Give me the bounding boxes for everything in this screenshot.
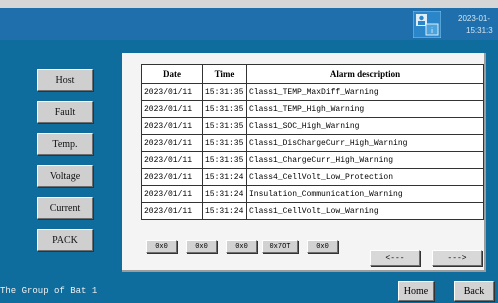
row-description: Class1_CellVolt_Low_Warning <box>246 202 484 220</box>
code-button-3[interactable]: 0x0 <box>226 240 257 253</box>
row-time: 15:31:24 <box>202 202 247 220</box>
user-badge-icon[interactable]: i <box>413 11 441 38</box>
row-time: 15:31:24 <box>202 185 247 203</box>
row-time: 15:31:35 <box>202 134 247 152</box>
alarm-table: Date Time Alarm description 2023/01/11 1… <box>141 64 484 220</box>
row-date: 2023/01/11 <box>141 168 203 186</box>
nav-temp-button[interactable]: Temp. <box>37 133 93 155</box>
row-date: 2023/01/11 <box>141 117 203 135</box>
code-button-5[interactable]: 0x0 <box>307 240 338 253</box>
row-description: Class1_SOC_High_Warning <box>246 117 484 135</box>
table-row[interactable]: 2023/01/11 15:31:24 Insulation_Communica… <box>141 185 484 203</box>
back-button[interactable]: Back <box>454 281 494 301</box>
table-row[interactable]: 2023/01/11 15:31:24 Class4_CellVolt_Low_… <box>141 168 484 186</box>
table-row[interactable]: 2023/01/11 15:31:35 Class1_SOC_High_Warn… <box>141 117 484 135</box>
table-header-row: Date Time Alarm description <box>141 64 484 84</box>
table-row[interactable]: 2023/01/11 15:31:35 Class1_ChargeCurr_Hi… <box>141 151 484 169</box>
nav-pack-button[interactable]: PACK <box>37 229 93 251</box>
nav-host-button[interactable]: Host <box>37 69 93 91</box>
code-button-4[interactable]: 0x7OT <box>262 240 298 253</box>
row-time: 15:31:35 <box>202 151 247 169</box>
column-date-header: Date <box>141 64 203 84</box>
nav-current-button[interactable]: Current <box>37 197 93 219</box>
header-time: 15:31:3 <box>466 26 493 35</box>
nav-fault-button[interactable]: Fault <box>37 101 93 123</box>
row-time: 15:31:35 <box>202 100 247 118</box>
home-button[interactable]: Home <box>398 281 434 301</box>
row-date: 2023/01/11 <box>141 100 203 118</box>
row-date: 2023/01/11 <box>141 134 203 152</box>
code-button-1[interactable]: 0x0 <box>146 240 177 253</box>
row-date: 2023/01/11 <box>141 83 203 101</box>
row-description: Class1_TEMP_MaxDiff_Warning <box>246 83 484 101</box>
row-date: 2023/01/11 <box>141 202 203 220</box>
row-description: Insulation_Communication_Warning <box>246 185 484 203</box>
row-date: 2023/01/11 <box>141 151 203 169</box>
row-time: 15:31:35 <box>202 83 247 101</box>
column-description-header: Alarm description <box>246 64 484 84</box>
prev-page-button[interactable]: <--- <box>370 250 420 266</box>
table-row[interactable]: 2023/01/11 15:31:24 Class1_CellVolt_Low_… <box>141 202 484 220</box>
row-description: Class1_ChargeCurr_High_Warning <box>246 151 484 169</box>
row-time: 15:31:24 <box>202 168 247 186</box>
nav-voltage-button[interactable]: Voltage <box>37 165 93 187</box>
row-date: 2023/01/11 <box>141 185 203 203</box>
column-time-header: Time <box>202 64 247 84</box>
row-description: Class1_DisChargeCurr_High_Warning <box>246 134 484 152</box>
row-description: Class4_CellVolt_Low_Protection <box>246 168 484 186</box>
code-button-2[interactable]: 0x0 <box>186 240 217 253</box>
next-page-button[interactable]: ---> <box>432 250 482 266</box>
battery-group-label: The Group of Bat 1 <box>0 286 98 296</box>
row-time: 15:31:35 <box>202 117 247 135</box>
top-strip <box>0 0 498 8</box>
table-row[interactable]: 2023/01/11 15:31:35 Class1_DisChargeCurr… <box>141 134 484 152</box>
row-description: Class1_TEMP_High_Warning <box>246 100 484 118</box>
table-row[interactable]: 2023/01/11 15:31:35 Class1_TEMP_MaxDiff_… <box>141 83 484 101</box>
header-date: 2023-01- <box>458 14 491 23</box>
table-row[interactable]: 2023/01/11 15:31:35 Class1_TEMP_High_War… <box>141 100 484 118</box>
